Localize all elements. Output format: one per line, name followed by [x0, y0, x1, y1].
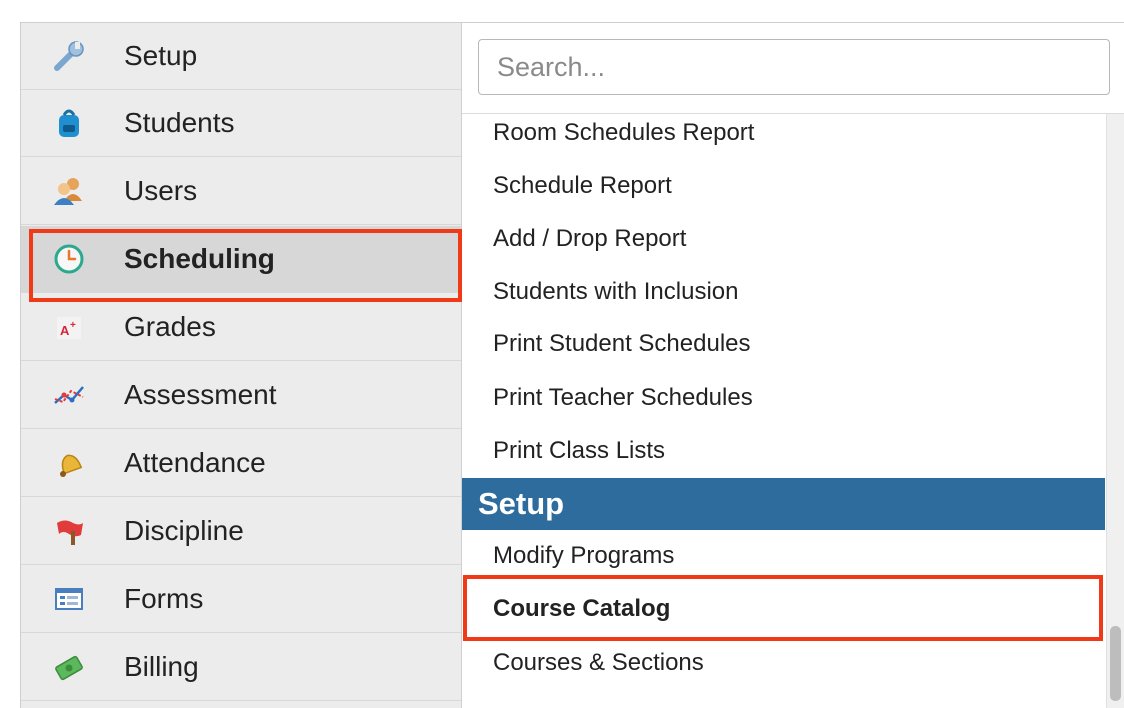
- menu-item-add-drop-report[interactable]: Add / Drop Report: [493, 225, 686, 253]
- sidebar-item-label: Billing: [124, 651, 199, 682]
- users-icon: [49, 171, 89, 211]
- chart-line-icon: [49, 375, 89, 415]
- flag-icon: [49, 511, 89, 551]
- sidebar-item-label: Students: [124, 107, 235, 138]
- bell-icon: [49, 443, 89, 483]
- sidebar-item-label: Forms: [124, 583, 204, 614]
- sidebar: Setup Students Users Scheduling A + Grad…: [21, 23, 462, 708]
- sidebar-item-label: Grades: [124, 311, 216, 342]
- app-frame: Setup Students Users Scheduling A + Grad…: [20, 22, 1124, 708]
- sidebar-item-label: Discipline: [124, 515, 244, 546]
- backpack-icon: [49, 103, 89, 143]
- menu-item-room-schedules-report[interactable]: Room Schedules Report: [493, 119, 754, 147]
- menu-item-print-teacher-schedules[interactable]: Print Teacher Schedules: [493, 384, 753, 412]
- sidebar-item-assessment[interactable]: Assessment: [21, 362, 461, 429]
- form-icon: [49, 579, 89, 619]
- menu-item-course-catalog[interactable]: Course Catalog: [493, 595, 670, 623]
- menu-item-courses-sections[interactable]: Courses & Sections: [493, 649, 704, 677]
- sidebar-item-label: Setup: [124, 40, 198, 71]
- sidebar-item-setup[interactable]: Setup: [21, 23, 461, 90]
- scrollbar-track[interactable]: [1106, 114, 1124, 708]
- sidebar-item-label: Users: [124, 175, 198, 206]
- sidebar-item-scheduling[interactable]: Scheduling: [21, 226, 461, 293]
- sidebar-item-grades[interactable]: A + Grades: [21, 294, 461, 361]
- money-icon: [49, 647, 89, 687]
- search-input[interactable]: [478, 39, 1110, 95]
- sidebar-item-discipline[interactable]: Discipline: [21, 498, 461, 565]
- divider: [462, 113, 1124, 114]
- svg-text:A: A: [60, 323, 70, 338]
- sidebar-item-billing[interactable]: Billing: [21, 634, 461, 701]
- menu-panel: Room Schedules Report Schedule Report Ad…: [462, 23, 1124, 708]
- menu-item-students-with-inclusion[interactable]: Students with Inclusion: [493, 278, 738, 306]
- sidebar-item-attendance[interactable]: Attendance: [21, 430, 461, 497]
- sidebar-item-label: Assessment: [124, 379, 277, 410]
- sidebar-item-label: Attendance: [124, 447, 266, 478]
- grade-icon: A +: [49, 307, 89, 347]
- menu-item-modify-programs[interactable]: Modify Programs: [493, 542, 674, 570]
- svg-text:+: +: [70, 320, 76, 331]
- sidebar-item-students[interactable]: Students: [21, 90, 461, 157]
- wrench-icon: [49, 36, 89, 76]
- menu-item-print-student-schedules[interactable]: Print Student Schedules: [493, 330, 751, 358]
- menu-item-schedule-report[interactable]: Schedule Report: [493, 172, 672, 200]
- clock-icon: [49, 239, 89, 279]
- sidebar-item-users[interactable]: Users: [21, 158, 461, 225]
- sidebar-item-label: Scheduling: [124, 243, 275, 274]
- section-header-setup: Setup: [462, 478, 1105, 530]
- sidebar-item-forms[interactable]: Forms: [21, 566, 461, 633]
- menu-item-print-class-lists[interactable]: Print Class Lists: [493, 437, 665, 465]
- scrollbar-thumb[interactable]: [1110, 626, 1121, 701]
